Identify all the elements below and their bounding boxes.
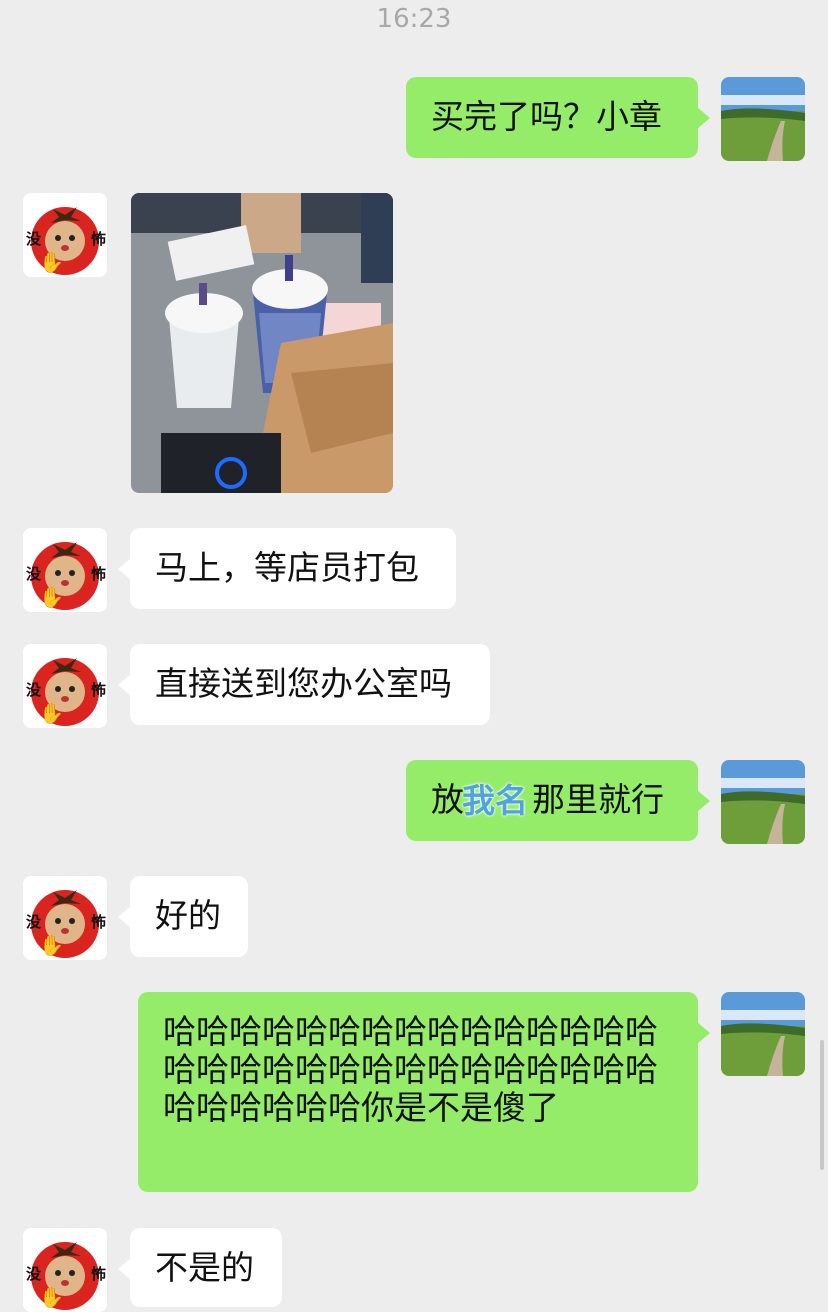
svg-text:怖: 怖 — [91, 1265, 106, 1283]
landscape-path-icon — [721, 760, 805, 844]
overlay-name-text: 我名 — [462, 781, 528, 820]
landscape-path-icon — [721, 77, 805, 161]
message-bubble-received[interactable]: 直接送到您办公室吗 — [118, 644, 490, 725]
message-bubble-received[interactable]: 马上，等店员打包 — [118, 528, 456, 609]
svg-text:✋: ✋ — [39, 250, 64, 274]
svg-text:✋: ✋ — [39, 585, 64, 609]
message-text: 马上，等店员打包 — [155, 548, 419, 587]
contact-avatar[interactable]: 没 怖 ✋ — [23, 528, 107, 612]
message-bubble-sent[interactable]: 放 那里就行 我名 — [406, 760, 710, 841]
my-avatar[interactable] — [721, 77, 805, 161]
my-avatar[interactable] — [721, 992, 805, 1076]
contact-avatar[interactable]: 没 怖 ✋ — [23, 644, 107, 728]
message-bubble-sent[interactable]: 买完了吗？小章 — [406, 77, 710, 158]
svg-text:没: 没 — [26, 913, 42, 931]
shared-photo[interactable] — [131, 193, 393, 493]
svg-text:没: 没 — [26, 1265, 42, 1283]
svg-text:怖: 怖 — [91, 913, 106, 931]
svg-text:怖: 怖 — [91, 681, 106, 699]
tomato-face-icon: 没 怖 ✋ — [26, 207, 106, 275]
tomato-face-icon: 没 怖 ✋ — [26, 542, 106, 610]
message-bubble-sent[interactable]: 哈哈哈哈哈哈哈哈哈哈哈哈哈哈哈哈哈哈哈哈哈哈哈哈哈哈哈哈哈哈哈哈哈哈哈哈你是不是… — [138, 992, 710, 1192]
my-avatar[interactable] — [721, 760, 805, 844]
message-bubble-received[interactable]: 不是的 — [118, 1228, 282, 1307]
message-text: 不是的 — [155, 1248, 254, 1287]
message-bubble-received[interactable]: 好的 — [118, 876, 248, 957]
svg-text:没: 没 — [26, 565, 42, 583]
svg-text:✋: ✋ — [39, 1285, 64, 1309]
message-text: 好的 — [155, 896, 221, 935]
message-text-end: 那里就行 — [532, 780, 664, 819]
svg-text:没: 没 — [26, 681, 42, 699]
message-text: 买完了吗？小章 — [431, 97, 662, 136]
coffee-cups-photo — [131, 193, 393, 493]
message-text: 直接送到您办公室吗 — [155, 664, 452, 703]
scrollbar[interactable] — [820, 1040, 824, 1170]
contact-avatar[interactable]: 没 怖 ✋ — [23, 1228, 107, 1312]
message-text: 哈哈哈哈哈哈哈哈哈哈哈哈哈哈哈哈哈哈哈哈哈哈哈哈哈哈哈哈哈哈哈哈哈哈哈哈你是不是… — [163, 1012, 658, 1127]
tomato-face-icon: 没 怖 ✋ — [26, 890, 106, 958]
landscape-path-icon — [721, 992, 805, 1076]
contact-avatar[interactable]: 没 怖 ✋ — [23, 876, 107, 960]
timestamp: 16:23 — [376, 4, 452, 34]
contact-avatar[interactable]: 没 怖 ✋ — [23, 193, 107, 277]
tomato-face-icon: 没 怖 ✋ — [26, 658, 106, 726]
svg-text:怖: 怖 — [91, 565, 106, 583]
message-text-start: 放 — [431, 780, 464, 819]
svg-text:没: 没 — [26, 230, 42, 248]
svg-text:✋: ✋ — [39, 933, 64, 957]
svg-text:怖: 怖 — [91, 230, 106, 248]
tomato-face-icon: 没 怖 ✋ — [26, 1242, 106, 1310]
svg-text:✋: ✋ — [39, 701, 64, 725]
